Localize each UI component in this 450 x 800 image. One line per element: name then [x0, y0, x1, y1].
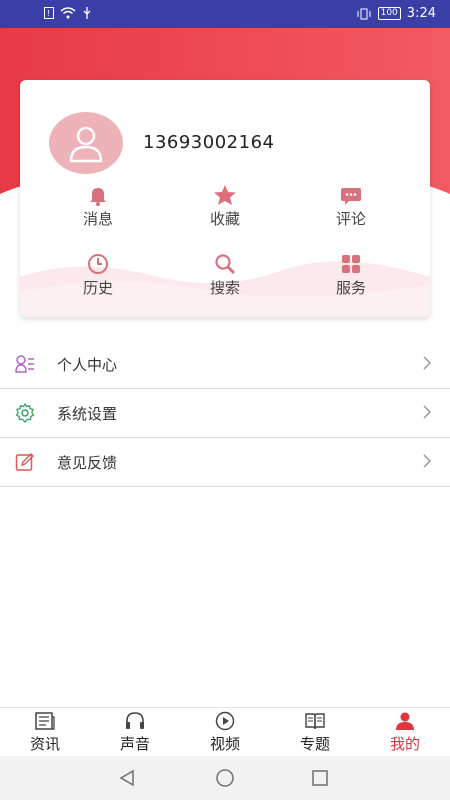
action-messages[interactable]: 消息: [58, 184, 138, 229]
tab-topics[interactable]: 专题: [270, 711, 360, 754]
action-label: 历史: [82, 279, 113, 297]
menu-item-personal-center[interactable]: 个人中心: [0, 340, 450, 389]
system-nav-bar: [0, 756, 450, 800]
avatar[interactable]: [49, 112, 123, 174]
action-label: 消息: [82, 210, 113, 228]
person-list-icon: [15, 355, 34, 373]
chevron-right-icon: [423, 405, 432, 419]
tab-label: 资讯: [29, 735, 60, 753]
action-comments[interactable]: 评论: [311, 184, 391, 229]
battery-icon: 100: [377, 7, 401, 20]
tab-label: 我的: [389, 735, 420, 753]
action-services[interactable]: 服务: [311, 253, 391, 298]
usb-icon: [83, 7, 91, 19]
headphones-icon: [126, 712, 144, 729]
menu-list: 个人中心 系统设置 意见反馈: [0, 340, 450, 487]
tab-label: 视频: [209, 735, 240, 753]
status-bar: ! 100 3:24: [0, 0, 450, 28]
home-icon[interactable]: [215, 768, 235, 788]
clock-time: 3:24: [406, 6, 436, 21]
tab-label: 专题: [299, 735, 330, 753]
tab-label: 声音: [119, 735, 150, 753]
menu-item-feedback[interactable]: 意见反馈: [0, 438, 450, 487]
user-icon: [396, 712, 414, 730]
tab-news[interactable]: 资讯: [0, 711, 90, 754]
back-icon[interactable]: [117, 768, 137, 788]
tab-audio[interactable]: 声音: [90, 711, 180, 754]
vibrate-icon: [357, 8, 371, 19]
star-icon: [214, 185, 236, 205]
action-label: 评论: [335, 210, 366, 228]
menu-item-system-settings[interactable]: 系统设置: [0, 389, 450, 438]
user-avatar-icon: [69, 126, 103, 163]
action-label: 服务: [335, 279, 366, 297]
phone-number: 13693002164: [143, 132, 275, 153]
chevron-right-icon: [423, 356, 432, 370]
notification-icon: !: [44, 7, 54, 19]
chevron-right-icon: [423, 454, 432, 468]
wifi-icon: [60, 7, 76, 19]
profile-card: 13693002164 消息 收藏 评论 历史 搜索 服务: [20, 80, 430, 317]
book-icon: [305, 713, 325, 730]
svg-text:!: !: [47, 9, 50, 18]
comment-icon: [341, 188, 361, 205]
action-search[interactable]: 搜索: [185, 253, 265, 298]
search-icon: [215, 254, 235, 274]
play-icon: [215, 711, 235, 731]
action-history[interactable]: 历史: [58, 253, 138, 298]
menu-item-label: 意见反馈: [57, 454, 118, 472]
edit-icon: [15, 453, 34, 471]
menu-item-label: 个人中心: [57, 356, 118, 374]
recents-icon[interactable]: [310, 768, 330, 788]
news-icon: [35, 712, 55, 730]
bell-icon: [90, 188, 106, 206]
tab-video[interactable]: 视频: [180, 711, 270, 754]
tab-mine[interactable]: 我的: [360, 711, 450, 754]
action-label: 收藏: [209, 210, 240, 228]
bottom-tab-bar: 资讯 声音 视频 专题 我的: [0, 707, 450, 756]
menu-item-label: 系统设置: [57, 405, 118, 423]
action-label: 搜索: [209, 279, 240, 297]
gear-icon: [15, 403, 35, 423]
screen: ! 100 3:24 13693002164 消息 收藏 评论 历史 搜索 服务…: [0, 0, 450, 800]
clock-icon: [88, 254, 108, 274]
grid-icon: [342, 255, 360, 273]
action-favorites[interactable]: 收藏: [185, 184, 265, 229]
